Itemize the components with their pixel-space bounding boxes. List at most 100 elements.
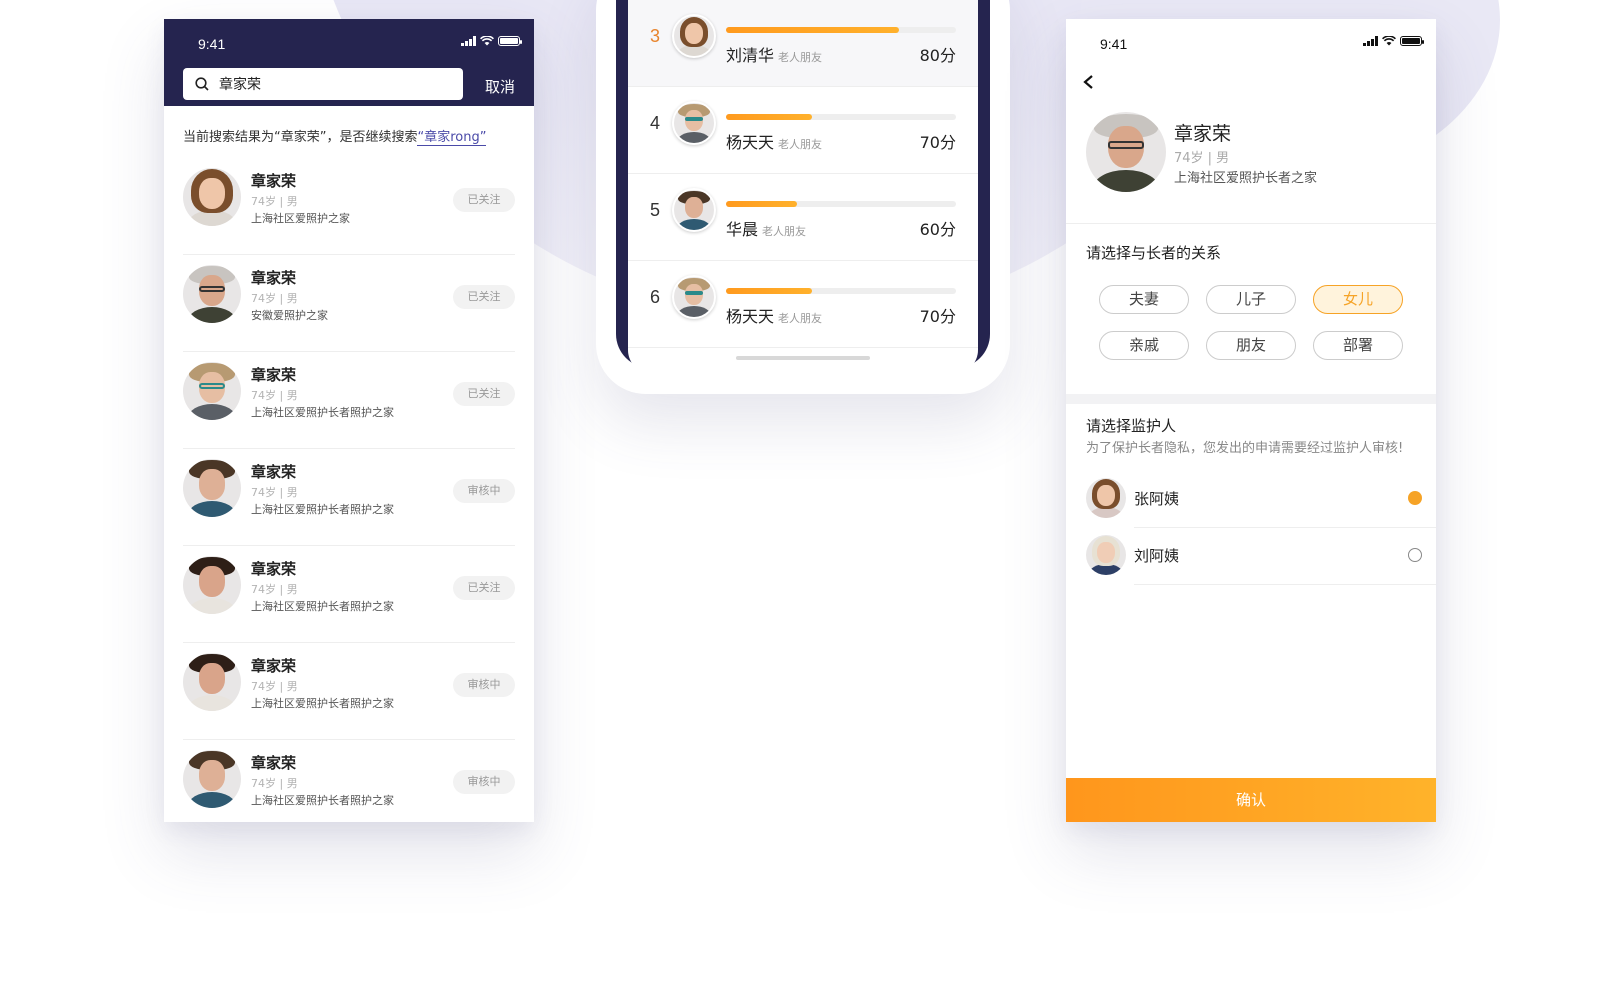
section-divider xyxy=(1066,394,1436,404)
list-item[interactable]: 章家荣 74岁 | 男 上海社区爱照护长者照护之家 审核中 xyxy=(183,643,515,740)
user-name: 章家荣 xyxy=(251,172,297,190)
rank-row[interactable]: 3 刘清华 老人朋友 80分 xyxy=(628,0,978,87)
guardian-name: 张阿姨 xyxy=(1134,490,1180,508)
elder-name: 章家荣 xyxy=(1174,123,1232,145)
list-item[interactable]: 章家荣 74岁 | 男 上海社区爱照护长者照护之家 审核中 xyxy=(183,449,515,546)
status-badge[interactable]: 审核中 xyxy=(453,770,515,794)
battery-icon xyxy=(498,36,522,46)
battery-icon xyxy=(1400,36,1424,46)
list-item[interactable]: 章家荣 74岁 | 男 上海社区爱照护长者照护之家 已关注 xyxy=(183,352,515,449)
alternate-search-link[interactable]: “章家rong” xyxy=(417,130,487,146)
list-item[interactable]: 章家荣 74岁 | 男 上海社区爱照护长者照护之家 已关注 xyxy=(183,546,515,643)
relationship-screen: 9:41 章家荣 74岁 | 男 上海社区爱照护长者之家 请选择与长者的关系 夫… xyxy=(1066,19,1436,822)
back-chevron-icon[interactable] xyxy=(1082,75,1096,89)
search-input[interactable] xyxy=(219,76,449,92)
status-bar: 9:41 xyxy=(1066,19,1436,59)
rank-person-name: 刘清华 xyxy=(726,46,775,65)
rank-name: 华晨 老人朋友 xyxy=(726,216,806,240)
user-meta: 74岁 | 男 xyxy=(251,777,298,790)
avatar xyxy=(183,459,241,517)
score-progress-fill xyxy=(726,27,899,33)
rank-relation: 老人朋友 xyxy=(778,312,823,325)
user-org: 上海社区爱照护长者照护之家 xyxy=(251,600,394,613)
user-org: 上海社区爱照护长者照护之家 xyxy=(251,503,394,516)
user-meta: 74岁 | 男 xyxy=(251,583,298,596)
elder-meta: 74岁 | 男 xyxy=(1174,151,1230,166)
home-indicator xyxy=(736,356,870,360)
relation-chip-relative[interactable]: 亲戚 xyxy=(1099,331,1189,360)
score-progress-fill xyxy=(726,201,798,207)
list-item[interactable]: 章家荣 74岁 | 男 上海社区爱照护之家 已关注 xyxy=(183,158,515,255)
search-hint: 当前搜索结果为“章家荣”，是否继续搜索“章家rong” xyxy=(164,106,534,158)
relation-chip-subordinate[interactable]: 部署 xyxy=(1313,331,1403,360)
rank-row[interactable]: 6 杨天天 老人朋友 70分 xyxy=(628,261,978,348)
radio-unselected-icon[interactable] xyxy=(1408,548,1422,562)
cancel-button[interactable]: 取消 xyxy=(485,76,515,97)
rank-score: 60分 xyxy=(919,220,956,239)
avatar xyxy=(183,556,241,614)
avatar xyxy=(672,14,716,58)
user-meta: 74岁 | 男 xyxy=(251,486,298,499)
elder-org: 上海社区爱照护长者之家 xyxy=(1174,171,1318,186)
avatar xyxy=(672,275,716,319)
relation-chip-friend[interactable]: 朋友 xyxy=(1206,331,1296,360)
score-progress-bar xyxy=(726,27,956,33)
ranking-list: 3 刘清华 老人朋友 80分 4 杨天天 老人朋友 70分 5 华晨 老人朋友 60分 6 杨天天 老人朋友… xyxy=(628,0,978,374)
relation-chip-daughter[interactable]: 女儿 xyxy=(1313,285,1403,314)
user-org: 上海社区爱照护长者照护之家 xyxy=(251,697,394,710)
avatar xyxy=(1086,112,1166,192)
avatar xyxy=(183,653,241,711)
search-icon xyxy=(195,77,209,91)
relation-chip-spouse[interactable]: 夫妻 xyxy=(1099,285,1189,314)
guardian-title: 请选择监护人 xyxy=(1086,417,1177,435)
status-icons xyxy=(461,36,522,46)
user-org: 上海社区爱照护长者照护之家 xyxy=(251,406,394,419)
divider xyxy=(1134,584,1436,585)
status-badge[interactable]: 审核中 xyxy=(453,479,515,503)
rank-row-partial xyxy=(628,348,978,374)
status-badge[interactable]: 已关注 xyxy=(453,382,515,406)
status-time: 9:41 xyxy=(1100,36,1128,52)
status-bar: 9:41 xyxy=(164,19,534,59)
status-badge[interactable]: 审核中 xyxy=(453,673,515,697)
relation-chip-son[interactable]: 儿子 xyxy=(1206,285,1296,314)
user-name: 章家荣 xyxy=(251,366,297,384)
avatar xyxy=(672,101,716,145)
divider xyxy=(1066,223,1436,224)
avatar xyxy=(1086,535,1126,575)
user-name: 章家荣 xyxy=(251,269,297,287)
score-progress-bar xyxy=(726,201,956,207)
wifi-icon xyxy=(1382,36,1396,46)
rank-number: 4 xyxy=(650,113,661,133)
status-badge[interactable]: 已关注 xyxy=(453,285,515,309)
avatar xyxy=(183,265,241,323)
divider xyxy=(1134,527,1436,528)
status-badge[interactable]: 已关注 xyxy=(453,576,515,600)
score-progress-bar xyxy=(726,114,956,120)
search-results-screen: 9:41 取消 当前搜索结果为“章家荣”，是否继续搜索“章家rong” 章家荣 … xyxy=(164,19,534,822)
avatar xyxy=(183,168,241,226)
guardian-subtitle: 为了保护长者隐私，您发出的申请需要经过监护人审核! xyxy=(1086,441,1404,456)
rank-person-name: 杨天天 xyxy=(726,133,775,152)
rank-row[interactable]: 5 华晨 老人朋友 60分 xyxy=(628,174,978,261)
status-time: 9:41 xyxy=(198,36,226,52)
guardian-option[interactable]: 张阿姨 xyxy=(1086,478,1436,536)
user-name: 章家荣 xyxy=(251,560,297,578)
list-item[interactable]: 章家荣 74岁 | 男 上海社区爱照护长者照护之家 审核中 xyxy=(183,740,515,822)
confirm-button[interactable]: 确认 xyxy=(1066,778,1436,822)
radio-selected-icon[interactable] xyxy=(1408,491,1422,505)
user-org: 上海社区爱照护之家 xyxy=(251,212,350,225)
list-item[interactable]: 章家荣 74岁 | 男 安徽爱照护之家 已关注 xyxy=(183,255,515,352)
wifi-icon xyxy=(480,36,494,46)
rank-relation: 老人朋友 xyxy=(762,225,807,238)
user-meta: 74岁 | 男 xyxy=(251,680,298,693)
status-badge[interactable]: 已关注 xyxy=(453,188,515,212)
score-progress-fill xyxy=(726,288,813,294)
score-progress-fill xyxy=(726,114,813,120)
user-meta: 74岁 | 男 xyxy=(251,292,298,305)
guardian-option[interactable]: 刘阿姨 xyxy=(1086,535,1436,593)
search-box[interactable] xyxy=(183,68,463,100)
guardian-name: 刘阿姨 xyxy=(1134,547,1180,565)
rank-name: 杨天天 老人朋友 xyxy=(726,129,822,153)
rank-row[interactable]: 4 杨天天 老人朋友 70分 xyxy=(628,87,978,174)
